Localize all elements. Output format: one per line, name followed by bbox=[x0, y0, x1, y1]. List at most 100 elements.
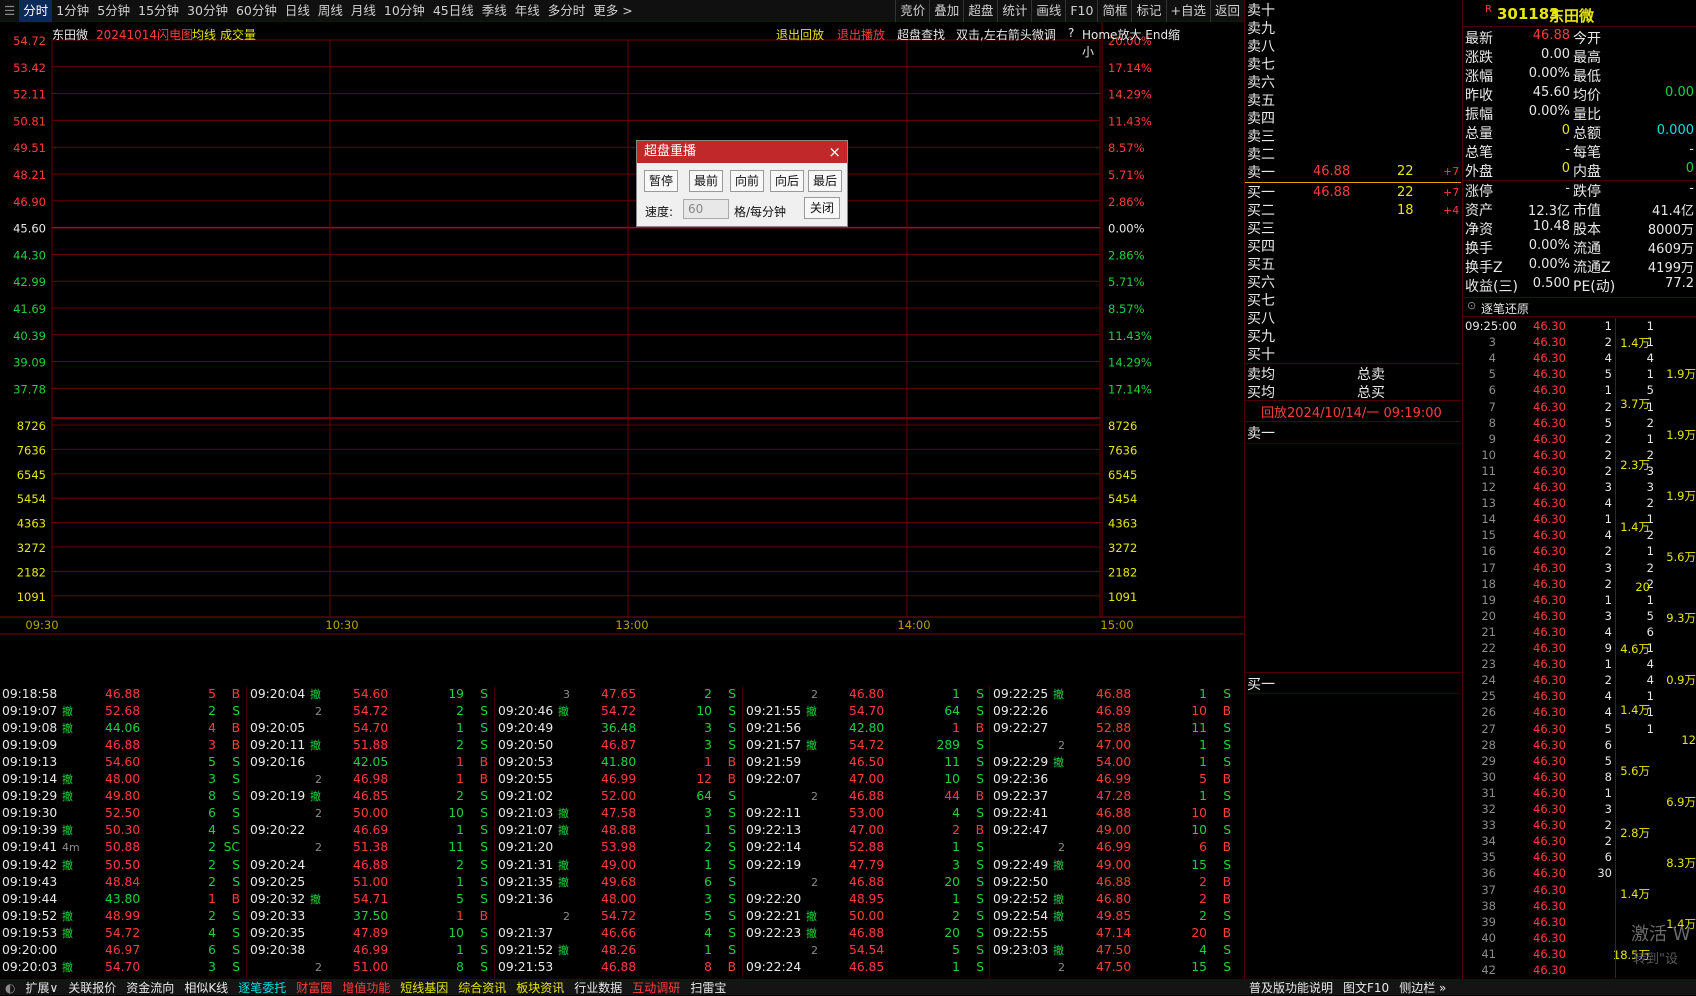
tick-row[interactable]: 09:19:43 48.84 2 S bbox=[2, 874, 246, 891]
tick-row[interactable]: 09:20:00 46.97 6 S bbox=[2, 942, 246, 959]
toolbar-action[interactable]: +自选 bbox=[1165, 0, 1210, 22]
tick-row[interactable]: 09:21:36 48.00 3 S bbox=[498, 891, 742, 908]
tick-row[interactable]: 09:22:49 撤 49.00 15 S bbox=[993, 857, 1237, 874]
menu-icon[interactable]: ☰ bbox=[0, 0, 19, 22]
bottom-tab[interactable]: 财富圈 bbox=[291, 980, 337, 995]
tick-row[interactable]: 2 46.99 6 B bbox=[993, 839, 1237, 856]
tick-row[interactable]: 09:20:46 撤 54.72 10 S bbox=[498, 703, 742, 720]
tick-row[interactable]: 09:22:11 53.00 4 S bbox=[746, 805, 990, 822]
tick-row[interactable]: 09:22:55 47.14 20 B bbox=[993, 925, 1237, 942]
tick-row[interactable]: 09:19:39 撤 50.30 4 S bbox=[2, 822, 246, 839]
toolbar-action[interactable]: 画线 bbox=[1031, 0, 1065, 22]
tick-row[interactable]: 2 51.38 11 S bbox=[250, 839, 494, 856]
sell-level-label[interactable]: 卖八 bbox=[1247, 38, 1297, 56]
toolbar-action[interactable]: 标记 bbox=[1131, 0, 1165, 22]
bottom-tab[interactable]: 增值功能 bbox=[337, 980, 395, 995]
bottom-tab[interactable]: 综合资讯 bbox=[453, 980, 511, 995]
period-tab[interactable]: 年线 bbox=[511, 0, 544, 22]
tick-row[interactable]: 09:22:13 47.00 2 B bbox=[746, 822, 990, 839]
tick-row[interactable]: 09:20:49 36.48 3 S bbox=[498, 720, 742, 737]
tick-row[interactable]: 09:20:50 46.87 3 S bbox=[498, 737, 742, 754]
tick-row[interactable]: 09:23:03 撤 47.50 4 S bbox=[993, 942, 1237, 959]
buy-level-label[interactable]: 买十 bbox=[1247, 346, 1275, 364]
tick-row[interactable]: 09:20:16 42.05 1 B bbox=[250, 754, 494, 771]
tick-row[interactable]: 09:19:52 撤 48.99 2 S bbox=[2, 908, 246, 925]
collapse-icon[interactable]: ⊙ bbox=[1467, 299, 1476, 312]
tick-row[interactable]: 2 54.72 2 S bbox=[250, 703, 494, 720]
exit-play-button[interactable]: 退出播放 bbox=[837, 26, 885, 43]
buy-level-label[interactable]: 买六 bbox=[1247, 274, 1275, 292]
tick-row[interactable]: 09:22:52 撤 46.80 2 B bbox=[993, 891, 1237, 908]
sell-level-label[interactable]: 卖一 bbox=[1247, 164, 1297, 182]
tick-row[interactable]: 09:19:42 撤 50.50 2 S bbox=[2, 857, 246, 874]
tick-row[interactable]: 09:20:19 撤 46.85 2 S bbox=[250, 788, 494, 805]
period-tab[interactable]: 30分钟 bbox=[183, 0, 232, 22]
bottom-tab[interactable]: 扩展∨ bbox=[20, 980, 63, 995]
toolbar-action[interactable]: 返回 bbox=[1209, 0, 1244, 22]
tick-row[interactable]: 09:21:31 撤 49.00 1 S bbox=[498, 857, 742, 874]
tick-row[interactable]: 09:21:02 52.00 64 S bbox=[498, 788, 742, 805]
tick-row[interactable]: 09:20:03 撤 54.70 3 S bbox=[2, 959, 246, 976]
toggle-icon[interactable]: ◐ bbox=[0, 980, 20, 995]
tick-row[interactable]: 2 46.88 20 S bbox=[746, 874, 990, 891]
tick-row[interactable]: 09:22:29 撤 54.00 1 S bbox=[993, 754, 1237, 771]
period-tab[interactable]: 1分钟 bbox=[52, 0, 93, 22]
period-tab[interactable]: 5分钟 bbox=[93, 0, 134, 22]
sell-level-label[interactable]: 卖十 bbox=[1247, 2, 1297, 20]
tick-row[interactable]: 09:22:37 47.28 1 S bbox=[993, 788, 1237, 805]
bottom-tab[interactable]: 行业数据 bbox=[569, 980, 627, 995]
period-tab[interactable]: 分时 bbox=[19, 0, 53, 22]
tick-row[interactable]: 09:20:55 46.99 12 B bbox=[498, 771, 742, 788]
tick-restore-title[interactable]: 逐笔还原 bbox=[1481, 300, 1529, 317]
tick-table[interactable]: 09:18:58 46.88 5 B 09:19:07 撤 52.68 2 S 09:19:08 撤… bbox=[0, 686, 1244, 981]
tick-row[interactable]: 09:20:53 41.80 1 B bbox=[498, 754, 742, 771]
tick-row[interactable]: 09:22:50 46.88 2 B bbox=[993, 874, 1237, 891]
tick-row[interactable]: 09:20:05 54.70 1 S bbox=[250, 720, 494, 737]
bottom-tab[interactable]: 板块资讯 bbox=[511, 980, 569, 995]
period-tab[interactable]: 多分时 bbox=[544, 0, 590, 22]
buy-level-label[interactable]: 买一 bbox=[1247, 184, 1275, 202]
toolbar-action[interactable]: 简框 bbox=[1097, 0, 1131, 22]
sell-level-label[interactable]: 卖四 bbox=[1247, 110, 1297, 128]
buy-level-label[interactable]: 买五 bbox=[1247, 256, 1275, 274]
tick-row[interactable]: 09:20:38 46.99 1 S bbox=[250, 942, 494, 959]
tick-row[interactable]: 09:19:44 43.80 1 B bbox=[2, 891, 246, 908]
tick-row[interactable]: 09:22:27 52.88 11 S bbox=[993, 720, 1237, 737]
tick-row[interactable]: 09:19:14 撤 48.00 3 S bbox=[2, 771, 246, 788]
buy-level-label[interactable]: 买九 bbox=[1247, 328, 1275, 346]
toolbar-action[interactable]: 叠加 bbox=[929, 0, 963, 22]
tick-row[interactable]: 09:20:35 47.89 10 S bbox=[250, 925, 494, 942]
period-tab[interactable]: 周线 bbox=[314, 0, 347, 22]
tick-row[interactable]: 09:19:07 撤 52.68 2 S bbox=[2, 703, 246, 720]
buy-level-label[interactable]: 买四 bbox=[1247, 238, 1275, 256]
prev-button[interactable]: 向前 bbox=[730, 170, 764, 192]
tick-row[interactable]: 09:20:32 撤 54.71 5 S bbox=[250, 891, 494, 908]
tick-row[interactable]: 09:21:57 撤 54.72 289 S bbox=[746, 737, 990, 754]
bottom-right-tab[interactable]: 图文F10 bbox=[1338, 980, 1394, 995]
tick-row[interactable]: 09:20:11 撤 51.88 2 S bbox=[250, 737, 494, 754]
period-tab[interactable]: 10分钟 bbox=[380, 0, 429, 22]
tick-row[interactable]: 09:19:53 撤 54.72 4 S bbox=[2, 925, 246, 942]
tick-row[interactable]: 2 47.00 1 S bbox=[993, 737, 1237, 754]
tick-row[interactable]: 09:22:36 46.99 5 B bbox=[993, 771, 1237, 788]
tick-row[interactable]: 09:21:55 撤 54.70 64 S bbox=[746, 703, 990, 720]
tick-row[interactable]: 09:21:37 46.66 4 S bbox=[498, 925, 742, 942]
tick-row[interactable]: 09:21:20 53.98 2 S bbox=[498, 839, 742, 856]
avg-line-label[interactable]: 均线 bbox=[192, 26, 216, 43]
intraday-chart[interactable]: 54.72 53.42 52.11 50.81 49.51 48.21 46.90 45.60… bbox=[0, 22, 1244, 686]
tick-row[interactable]: 09:22:54 撤 49.85 2 S bbox=[993, 908, 1237, 925]
sell-level-label[interactable]: 卖五 bbox=[1247, 92, 1297, 110]
tick-row[interactable]: 2 54.72 5 S bbox=[498, 908, 742, 925]
bottom-right-tab[interactable]: 侧边栏 » bbox=[1394, 980, 1451, 995]
sell-level-label[interactable]: 卖七 bbox=[1247, 56, 1297, 74]
tick-row[interactable]: 09:22:25 撤 46.88 1 S bbox=[993, 686, 1237, 703]
tick-row[interactable]: 09:22:07 47.00 10 S bbox=[746, 771, 990, 788]
buy-level-label[interactable]: 买二 bbox=[1247, 202, 1275, 220]
tick-row[interactable]: 09:19:29 撤 49.80 8 S bbox=[2, 788, 246, 805]
period-tab[interactable]: 更多 > bbox=[589, 0, 636, 22]
bottom-right-tab[interactable]: 普及版功能说明 bbox=[1244, 980, 1338, 995]
toolbar-action[interactable]: 统计 bbox=[997, 0, 1031, 22]
buy-level-label[interactable]: 买八 bbox=[1247, 310, 1275, 328]
tick-row[interactable]: 09:21:35 撤 49.68 6 S bbox=[498, 874, 742, 891]
tick-row[interactable]: 09:22:23 撤 46.88 20 S bbox=[746, 925, 990, 942]
